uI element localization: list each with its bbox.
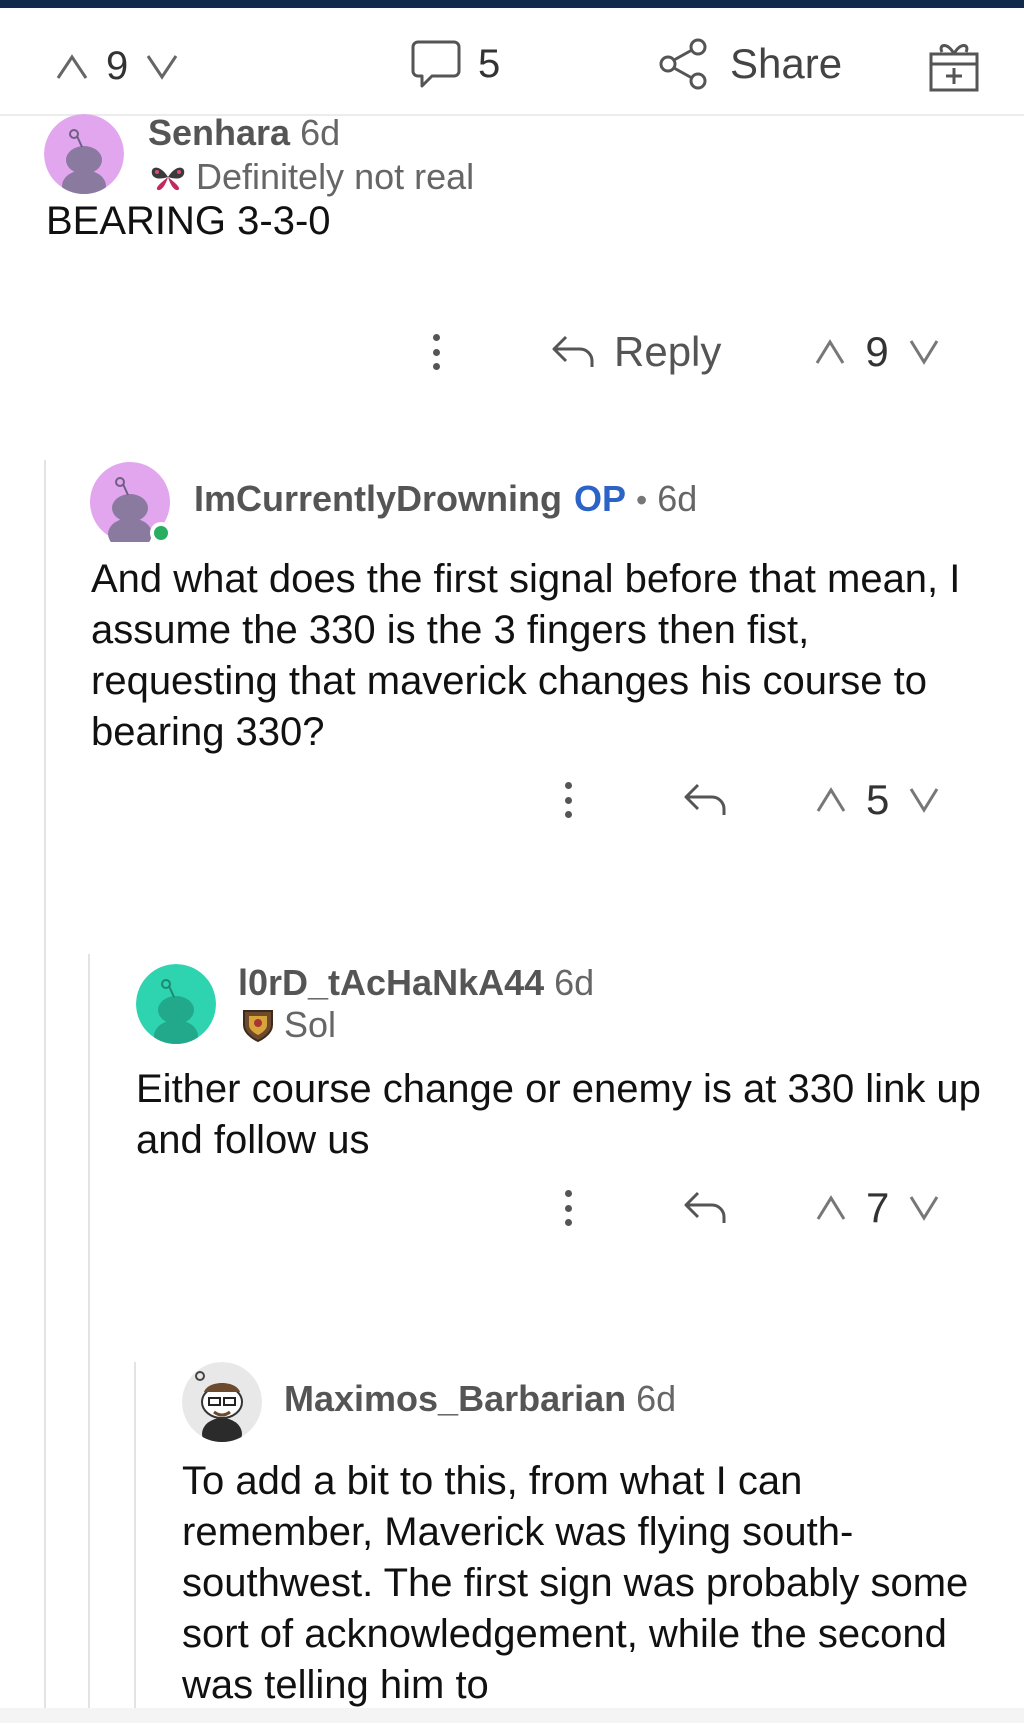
- comment-age: 6d: [554, 962, 595, 1003]
- reply-arrow-icon: [552, 335, 594, 367]
- downvote-icon[interactable]: [909, 787, 939, 813]
- comments-button[interactable]: 5: [410, 38, 518, 90]
- comment-imcurrentlydrowning: ImCurrentlyDrowning OP • 6d And what doe…: [0, 460, 1024, 940]
- comment-count: 5: [478, 41, 501, 86]
- avatar[interactable]: [182, 1362, 262, 1442]
- snoo-avatar-icon: [136, 964, 216, 1044]
- reply-button[interactable]: [682, 1189, 728, 1227]
- user-flair: Definitely not real: [148, 156, 474, 198]
- comment-body: Either course change or enemy is at 330 …: [136, 1067, 981, 1162]
- username[interactable]: Senhara: [148, 112, 290, 154]
- avatar[interactable]: [136, 964, 216, 1044]
- award-button[interactable]: [928, 38, 980, 99]
- comment-meta: Senhara 6d: [148, 112, 340, 154]
- vote-count: 5: [866, 776, 890, 823]
- comment-meta: ImCurrentlyDrowning OP • 6d: [194, 478, 697, 520]
- share-label: Share: [730, 40, 843, 87]
- squadron-emblem-icon: [243, 1010, 273, 1043]
- upvote-icon[interactable]: [816, 1195, 846, 1221]
- meta-separator: •: [636, 482, 648, 518]
- comment-age: 6d: [657, 478, 698, 519]
- more-options-icon[interactable]: [430, 334, 442, 370]
- reply-arrow-icon: [684, 1191, 726, 1223]
- avatar[interactable]: [90, 462, 172, 550]
- post-vote-group: 9: [56, 44, 178, 89]
- snoo-avatar-icon: [182, 1362, 262, 1442]
- award-gift-icon: [929, 44, 979, 92]
- comment-age: 6d: [300, 112, 341, 153]
- butterfly-icon: [151, 167, 185, 191]
- comment-actions: 5: [562, 776, 939, 824]
- comment-actions: Reply 9: [430, 328, 939, 376]
- reply-arrow-icon: [684, 783, 726, 815]
- flair-text: Definitely not real: [196, 156, 475, 197]
- online-status-icon: [150, 522, 172, 544]
- comment-senhara: Senhara 6d Definitely not real BEARING 3…: [0, 110, 1024, 440]
- comment-l0rd-tachanka44: l0rD_tAcHaNkA44 6d Sol Either course cha…: [0, 954, 1024, 1354]
- comment-body: To add a bit to this, from what I can re…: [182, 1459, 969, 1707]
- snoo-avatar-icon: [44, 114, 124, 194]
- downvote-icon[interactable]: [909, 1195, 939, 1221]
- reply-button[interactable]: [682, 781, 728, 819]
- upvote-icon[interactable]: [816, 787, 846, 813]
- comment-body: And what does the first signal before th…: [91, 557, 961, 754]
- upvote-icon[interactable]: [815, 339, 845, 365]
- top-status-stripe: [0, 0, 1024, 8]
- vote-count: 9: [865, 328, 889, 375]
- user-flair: Sol: [240, 1004, 336, 1046]
- vote-count: 7: [866, 1184, 890, 1231]
- op-badge: OP: [574, 478, 627, 519]
- comment-body: BEARING 3-3-0: [46, 199, 331, 243]
- more-options-icon[interactable]: [562, 1190, 574, 1226]
- username[interactable]: Maximos_Barbarian: [284, 1378, 626, 1420]
- post-vote-count: 9: [106, 44, 129, 88]
- more-options-icon[interactable]: [562, 782, 574, 818]
- username[interactable]: l0rD_tAcHaNkA44: [238, 962, 544, 1004]
- downvote-icon[interactable]: [146, 54, 178, 80]
- avatar[interactable]: [44, 114, 124, 194]
- comment-maximos-barbarian: Maximos_Barbarian 6d To add a bit to thi…: [0, 1360, 1024, 1710]
- comment-meta: l0rD_tAcHaNkA44 6d: [238, 962, 594, 1004]
- comment-bubble-icon: [411, 40, 461, 88]
- share-button[interactable]: Share: [658, 38, 842, 90]
- downvote-icon[interactable]: [909, 339, 939, 365]
- comment-actions: 7: [562, 1184, 939, 1232]
- upvote-icon[interactable]: [56, 53, 88, 80]
- reply-button[interactable]: Reply: [550, 328, 721, 376]
- post-action-bar: 9 5 Share: [0, 8, 1024, 116]
- share-icon: [659, 38, 707, 90]
- reply-label: Reply: [614, 328, 722, 375]
- username[interactable]: ImCurrentlyDrowning: [194, 478, 562, 520]
- flair-text: Sol: [284, 1004, 337, 1045]
- comment-age: 6d: [636, 1378, 677, 1419]
- comment-meta: Maximos_Barbarian 6d: [284, 1378, 676, 1420]
- bottom-edge: [0, 1708, 1024, 1723]
